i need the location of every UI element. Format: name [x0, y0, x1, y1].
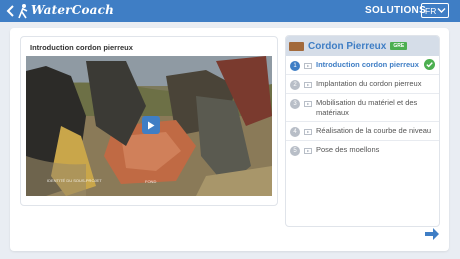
lesson-step[interactable]: 5 Pose des moellons [286, 141, 439, 159]
video-watermark-left: IDENTITÉ DU SOUS-PROJET [47, 178, 102, 183]
step-label: Implantation du cordon pierreux [316, 79, 422, 88]
video-icon [304, 148, 312, 154]
chevron-left-icon[interactable] [6, 4, 16, 18]
step-label: Introduction cordon pierreux [316, 60, 419, 69]
step-label: Mobilisation du matériel et des matériau… [316, 98, 418, 117]
lesson-title: Cordon Pierreux [308, 40, 387, 52]
solutions-nav-link[interactable]: SOLUTIONS [365, 5, 426, 16]
video-title: Introduction cordon pierreux [30, 43, 133, 52]
lesson-step[interactable]: 1 Introduction cordon pierreux [286, 56, 439, 75]
lesson-step[interactable]: 3 Mobilisation du matériel et des matéri… [286, 94, 439, 122]
check-circle-icon [424, 59, 435, 70]
lesson-card: Cordon Pierreux GRE 1 Introduction cordo… [285, 35, 440, 227]
figure-icon [18, 4, 28, 19]
language-value: FR [425, 5, 437, 16]
step-label: Réalisation de la courbe de niveau [316, 126, 432, 135]
lesson-steps: 1 Introduction cordon pierreux 2 Implant… [286, 56, 439, 159]
play-icon [148, 121, 155, 129]
video-icon [304, 63, 312, 69]
step-number: 4 [290, 127, 300, 137]
chevron-down-icon [437, 8, 446, 13]
video-card: Introduction cordon pierreux IDENTITÉ DU… [20, 36, 278, 206]
video-watermark-right: FOND [145, 179, 157, 184]
step-number: 5 [290, 146, 300, 156]
video-icon [304, 82, 312, 88]
step-number: 2 [290, 80, 300, 90]
play-button[interactable] [142, 116, 160, 134]
brand-name[interactable]: WaterCoach [31, 3, 114, 17]
lesson-header: Cordon Pierreux GRE [286, 36, 439, 56]
video-icon [304, 129, 312, 135]
step-number: 1 [290, 61, 300, 71]
step-label: Pose des moellons [316, 145, 380, 154]
lesson-thumbnail [289, 41, 304, 51]
arrow-right-icon[interactable] [424, 227, 440, 241]
top-bar: WaterCoach SOLUTIONS FR [0, 0, 460, 22]
video-player[interactable]: IDENTITÉ DU SOUS-PROJET FOND [26, 56, 272, 196]
lesson-step[interactable]: 4 Réalisation de la courbe de niveau [286, 122, 439, 141]
lesson-step[interactable]: 2 Implantation du cordon pierreux [286, 75, 439, 94]
video-icon [304, 101, 312, 107]
step-number: 3 [290, 99, 300, 109]
lesson-badge: GRE [390, 42, 408, 50]
language-select[interactable]: FR [421, 3, 449, 18]
